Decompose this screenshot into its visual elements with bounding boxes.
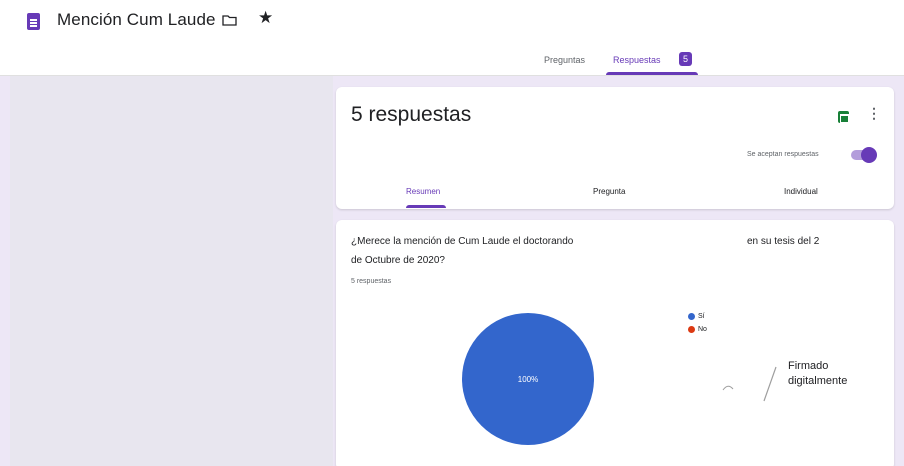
pie-chart: 100% (462, 313, 594, 445)
active-subtab-indicator (406, 205, 446, 208)
signature-curl (722, 385, 734, 391)
question-text-continued: en su tesis del 2 (747, 236, 820, 247)
signature-text-line1: Firmado (788, 360, 829, 372)
legend-item: Sí (688, 310, 707, 323)
left-panel (10, 76, 333, 466)
legend-label: Sí (698, 313, 705, 320)
sheets-icon[interactable] (838, 111, 849, 123)
legend-item: No (688, 323, 707, 336)
header-bar: Mención Cum Laude ★ (0, 0, 904, 46)
accepting-responses-label: Se aceptan respuestas (747, 151, 819, 158)
document-title[interactable]: Mención Cum Laude (57, 10, 216, 30)
subtab-pregunta[interactable]: Pregunta (593, 187, 625, 196)
subtab-resumen[interactable]: Resumen (406, 187, 440, 196)
legend-swatch (688, 326, 695, 333)
digital-signature: Firmado digitalmente (722, 356, 872, 406)
responses-count-badge: 5 (679, 52, 692, 66)
legend-swatch (688, 313, 695, 320)
tab-preguntas[interactable]: Preguntas (544, 55, 585, 65)
pie-slice-label: 100% (518, 375, 538, 384)
more-vert-icon[interactable]: ⋮ (867, 106, 881, 120)
subtab-individual[interactable]: Individual (784, 187, 818, 196)
active-tab-indicator (606, 72, 698, 75)
accepting-responses-toggle[interactable] (851, 147, 877, 163)
forms-app: Mención Cum Laude ★ Preguntas Respuestas… (0, 0, 904, 466)
folder-icon[interactable] (222, 14, 237, 26)
top-tabs: Preguntas Respuestas 5 (0, 46, 904, 76)
question-summary-card: ¿Merece la mención de Cum Laude el docto… (336, 220, 894, 466)
responses-count-title: 5 respuestas (351, 103, 472, 126)
question-response-count: 5 respuestas (351, 278, 392, 285)
responses-summary-card: 5 respuestas ⋮ Se aceptan respuestas Res… (336, 87, 894, 209)
star-icon[interactable]: ★ (258, 9, 273, 26)
signature-text-line2: digitalmente (788, 375, 848, 387)
page-body: 5 respuestas ⋮ Se aceptan respuestas Res… (0, 76, 904, 466)
question-text: ¿Merece la mención de Cum Laude el docto… (351, 236, 574, 247)
chart-legend: Sí No (688, 310, 707, 336)
forms-doc-icon (27, 13, 40, 30)
signature-slash (763, 366, 777, 402)
tab-respuestas[interactable]: Respuestas (613, 55, 661, 65)
legend-label: No (698, 326, 707, 333)
question-text-line2: de Octubre de 2020? (351, 255, 445, 266)
